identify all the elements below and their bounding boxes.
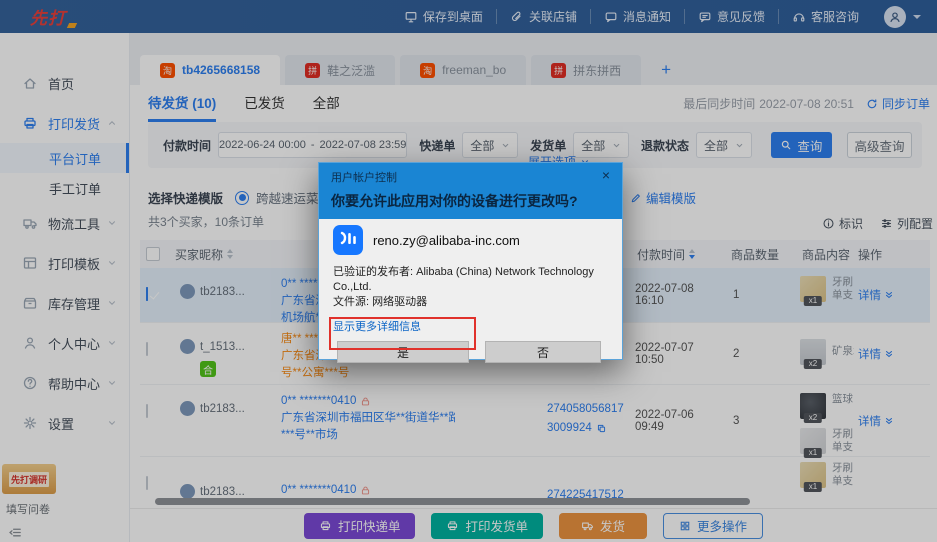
uac-question: 你要允许此应用对你的设备进行更改吗? (331, 191, 614, 211)
app-icon (333, 225, 363, 255)
close-icon[interactable]: × (598, 169, 614, 182)
uac-header-band: 用户帐户控制 × 你要允许此应用对你的设备进行更改吗? (319, 163, 622, 219)
annotation-highlight-box (329, 317, 476, 350)
uac-title: 用户帐户控制 (331, 169, 397, 185)
uac-publisher-info: 已验证的发布者: Alibaba (China) Network Technol… (333, 265, 608, 310)
uac-app-id: reno.zy@alibaba-inc.com (373, 233, 520, 248)
uac-no-button[interactable]: 否 (485, 341, 601, 363)
